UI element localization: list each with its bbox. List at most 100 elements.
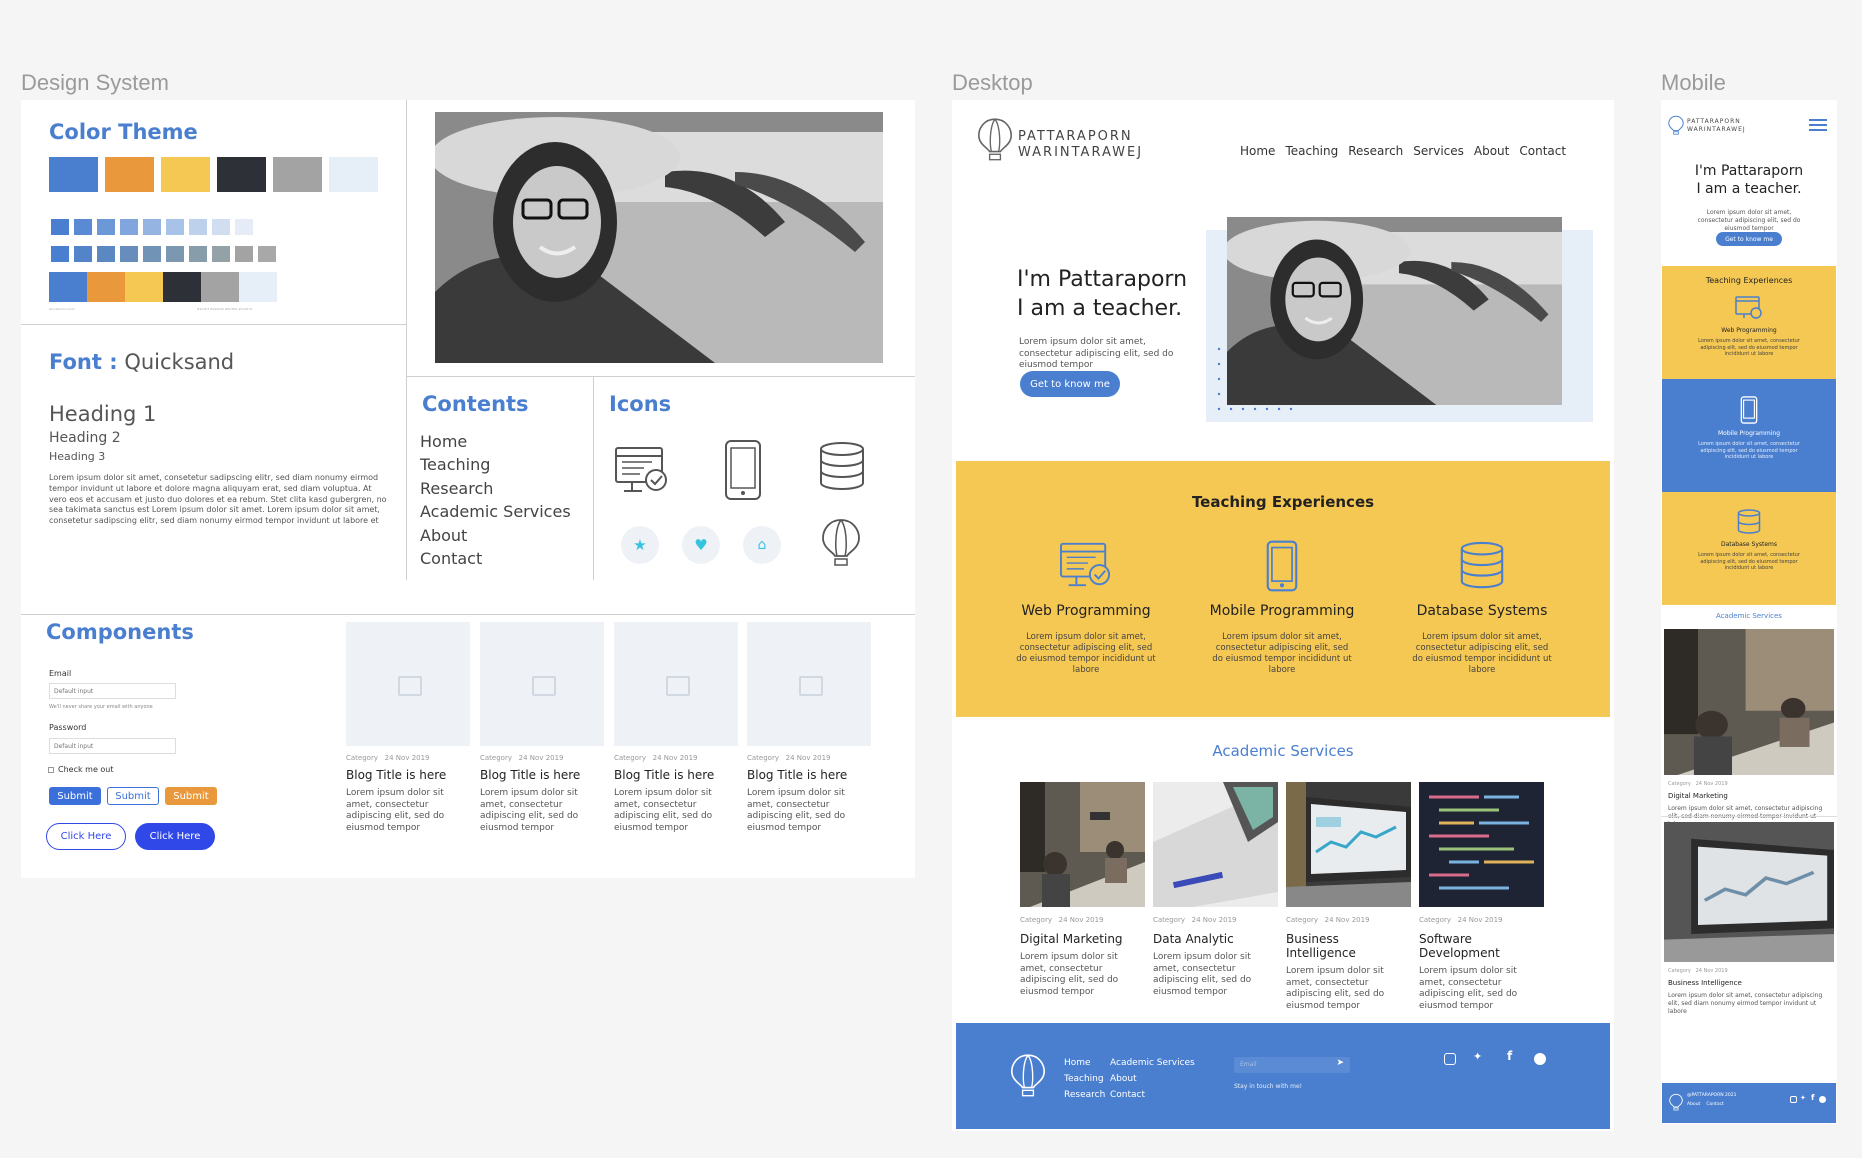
contents-item-academic-services[interactable]: Academic Services — [420, 500, 571, 523]
shade-swatch — [166, 246, 184, 262]
service-title[interactable]: Digital Marketing — [1020, 932, 1145, 946]
balloon-logo-icon[interactable] — [1668, 114, 1684, 136]
mobile-logo-text[interactable]: PATTARAPORN WARINTARAWEJ — [1687, 118, 1746, 134]
service-card[interactable]: Category 24 Nov 2019 Data Analytic Lorem… — [1153, 782, 1278, 999]
service-card[interactable]: Category 24 Nov 2019 Business Intelligen… — [1286, 782, 1411, 1013]
contents-item-about[interactable]: About — [420, 524, 571, 547]
service-text: Lorem ipsum dolor sit amet, consectetur … — [1286, 966, 1385, 1012]
submit-button-orange[interactable]: Submit — [165, 787, 217, 805]
blog-card[interactable]: Category 24 Nov 2019 Blog Title is here … — [480, 622, 604, 835]
mobile-footer-copyright: @PATTARAPORN 2021 — [1687, 1093, 1737, 1098]
get-to-know-me-button[interactable]: Get to know me — [1020, 371, 1120, 397]
footer-links-col-2: Academic Services About Contact — [1110, 1055, 1195, 1103]
divider — [593, 376, 594, 580]
divider — [21, 614, 915, 615]
footer-links-col-1: Home Teaching Research — [1064, 1055, 1105, 1103]
service-title[interactable]: Business Intelligence — [1668, 979, 1830, 987]
hero-title-line-2: I am a teacher. — [1017, 296, 1183, 321]
teaching-card-text: Lorem ipsum dolor sit amet, consectetur … — [1412, 632, 1552, 676]
instagram-icon[interactable] — [1790, 1096, 1797, 1103]
heart-icon[interactable]: ♥ — [682, 526, 720, 564]
hero-title-line-1: I'm Pattaraporn — [1017, 267, 1188, 292]
swatch-dark — [217, 157, 266, 192]
footer-link-research[interactable]: Research — [1064, 1087, 1105, 1103]
card-title[interactable]: Blog Title is here — [346, 768, 470, 782]
card-date: 24 Nov 2019 — [652, 754, 698, 762]
blog-card[interactable]: Category 24 Nov 2019 Blog Title is here … — [346, 622, 470, 835]
tint-swatch — [166, 219, 184, 235]
mobile-service-card[interactable]: Category 24 Nov 2019 Business Intelligen… — [1664, 822, 1834, 1015]
web-programming-icon — [615, 447, 667, 492]
footer-link-teaching[interactable]: Teaching — [1064, 1071, 1105, 1087]
facebook-icon[interactable]: f — [1507, 1049, 1512, 1063]
card-title[interactable]: Blog Title is here — [480, 768, 604, 782]
contents-item-teaching[interactable]: Teaching — [420, 453, 571, 476]
blog-card[interactable]: Category 24 Nov 2019 Blog Title is here … — [614, 622, 738, 835]
balloon-logo-icon[interactable] — [977, 117, 1013, 161]
service-title[interactable]: Business Intelligence — [1286, 932, 1411, 960]
teaching-card-database: Database Systems Lorem ipsum dolor sit a… — [1392, 603, 1572, 676]
nav-research[interactable]: Research — [1348, 144, 1403, 158]
twitter-icon[interactable]: ✦ — [1800, 1094, 1806, 1102]
site-logo-text[interactable]: PATTARAPORN WARINTARAWEJ — [1018, 129, 1143, 161]
facebook-icon[interactable]: f — [1811, 1093, 1814, 1102]
hamburger-menu-icon[interactable] — [1809, 119, 1827, 131]
balloon-logo-icon[interactable] — [1010, 1053, 1046, 1097]
remember-checkbox[interactable] — [48, 767, 54, 773]
blog-card[interactable]: Category 24 Nov 2019 Blog Title is here … — [747, 622, 871, 835]
shade-swatch — [120, 246, 138, 262]
footer-link-about[interactable]: About — [1110, 1071, 1195, 1087]
service-title[interactable]: Data Analytic — [1153, 932, 1278, 946]
email-input[interactable] — [49, 683, 176, 699]
contents-item-home[interactable]: Home — [420, 430, 571, 453]
hot-air-balloon-icon — [822, 519, 860, 566]
card-title[interactable]: Blog Title is here — [614, 768, 738, 782]
web-programming-icon — [1060, 542, 1111, 587]
service-card[interactable]: Category 24 Nov 2019 Digital Marketing L… — [1020, 782, 1145, 999]
icons-title: Icons — [609, 392, 672, 416]
instagram-icon[interactable] — [1444, 1053, 1456, 1065]
nav-home[interactable]: Home — [1240, 144, 1275, 158]
footer-link-contact[interactable]: Contact — [1706, 1102, 1724, 1107]
password-input[interactable] — [49, 738, 176, 754]
send-icon[interactable]: ➤ — [1336, 1058, 1344, 1068]
dribbble-icon[interactable] — [1819, 1096, 1826, 1103]
footer-link-contact[interactable]: Contact — [1110, 1087, 1195, 1103]
nav-about[interactable]: About — [1474, 144, 1509, 158]
footer-email-field[interactable]: Email ➤ — [1234, 1057, 1350, 1073]
mobile-teaching-mobile: Mobile Programming Lorem ipsum dolor sit… — [1662, 379, 1836, 492]
meeting-photo-image — [1020, 782, 1145, 907]
submit-button-outline[interactable]: Submit — [107, 787, 159, 805]
tint-swatch — [51, 219, 69, 235]
teaching-card-text: Lorem ipsum dolor sit amet, consectetur … — [1698, 338, 1800, 357]
click-here-button-outline[interactable]: Click Here — [46, 823, 126, 850]
footer-link-academic-services[interactable]: Academic Services — [1110, 1055, 1195, 1071]
dribbble-icon[interactable] — [1534, 1053, 1546, 1065]
contents-item-research[interactable]: Research — [420, 477, 571, 500]
nav-contact[interactable]: Contact — [1519, 144, 1566, 158]
card-text: Lorem ipsum dolor sit amet, consectetur … — [614, 788, 713, 834]
service-title[interactable]: Software Development — [1419, 932, 1544, 960]
contents-item-contact[interactable]: Contact — [420, 547, 571, 570]
nav-teaching[interactable]: Teaching — [1285, 144, 1338, 158]
shade-swatch — [51, 246, 69, 262]
service-card[interactable]: Category 24 Nov 2019 Software Developmen… — [1419, 782, 1544, 1013]
star-icon[interactable]: ★ — [621, 526, 659, 564]
card-date: 24 Nov 2019 — [518, 754, 564, 762]
swatch-orange — [105, 157, 154, 192]
divider — [406, 376, 915, 377]
service-title[interactable]: Digital Marketing — [1668, 792, 1830, 800]
balloon-logo-icon[interactable] — [1669, 1092, 1683, 1112]
click-here-button-filled[interactable]: Click Here — [135, 823, 215, 850]
mobile-get-to-know-me-button[interactable]: Get to know me — [1716, 232, 1782, 246]
twitter-icon[interactable]: ✦ — [1473, 1050, 1482, 1063]
submit-button-primary[interactable]: Submit — [49, 787, 101, 805]
nav-services[interactable]: Services — [1413, 144, 1464, 158]
footer-link-about[interactable]: About — [1687, 1102, 1700, 1107]
card-title[interactable]: Blog Title is here — [747, 768, 871, 782]
service-category: Category — [1286, 916, 1318, 924]
home-icon[interactable]: ⌂ — [743, 526, 781, 564]
footer-link-home[interactable]: Home — [1064, 1055, 1105, 1071]
hero-title-line-2: I am a teacher. — [1696, 181, 1802, 197]
mobile-service-card[interactable]: Category 24 Nov 2019 Digital Marketing L… — [1664, 629, 1834, 828]
